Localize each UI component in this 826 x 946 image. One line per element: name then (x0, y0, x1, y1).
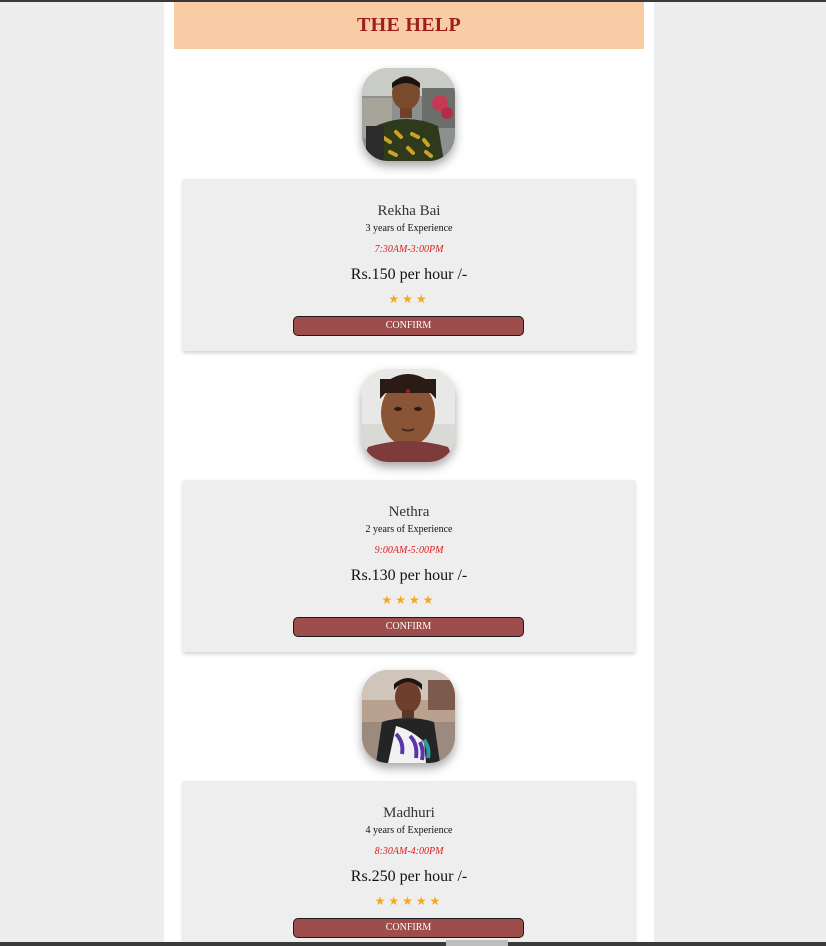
helper-rate: Rs.150 per hour /- (350, 266, 468, 283)
helper-experience: 2 years of Experience (365, 524, 453, 535)
confirm-button[interactable]: CONFIRM (293, 316, 524, 336)
page-title: THE HELP (356, 14, 462, 36)
helper-card: Nethra 2 years of Experience 9:00AM-5:00… (183, 480, 635, 652)
helper-photo (362, 369, 455, 462)
star-rating-icon: ★★★ (388, 292, 430, 306)
star-rating-icon: ★★★★ (381, 593, 437, 607)
page-header: THE HELP (174, 2, 644, 49)
helper-card: Madhuri 4 years of Experience 8:30AM-4:0… (183, 781, 635, 942)
helper-name: Madhuri (383, 805, 435, 821)
helper-name: Rekha Bai (377, 203, 441, 219)
helper-rate: Rs.130 per hour /- (350, 567, 468, 584)
scrollbar-thumb[interactable] (446, 940, 508, 946)
helper-photo (362, 670, 455, 763)
helper-hours: 8:30AM-4:00PM (374, 846, 444, 857)
helper-experience: 4 years of Experience (365, 825, 453, 836)
helper-rate: Rs.250 per hour /- (350, 868, 468, 885)
page-container: THE HELP Rekha Bai 3 years of Experience… (164, 2, 654, 942)
helper-card: Rekha Bai 3 years of Experience 7:30AM-3… (183, 179, 635, 351)
helper-photo (362, 68, 455, 161)
confirm-button[interactable]: CONFIRM (293, 617, 524, 637)
confirm-button[interactable]: CONFIRM (293, 918, 524, 938)
helper-name: Nethra (388, 504, 430, 520)
window-bottom-border (0, 942, 826, 946)
star-rating-icon: ★★★★★ (374, 894, 444, 908)
helper-hours: 9:00AM-5:00PM (374, 545, 444, 556)
helper-hours: 7:30AM-3:00PM (374, 244, 444, 255)
helper-experience: 3 years of Experience (365, 223, 453, 234)
